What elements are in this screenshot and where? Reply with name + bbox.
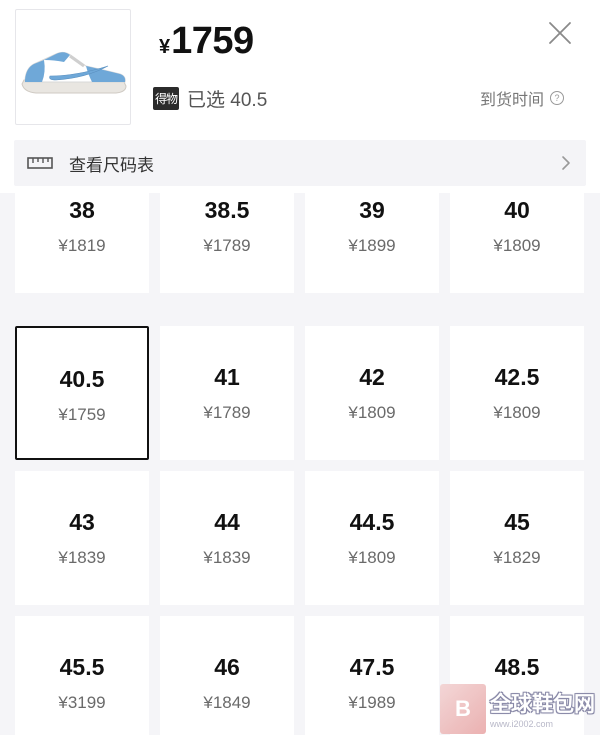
size-option[interactable]: 44.5 ¥1809	[305, 471, 439, 605]
size-grid: 38 ¥1819 38.5 ¥1789 39 ¥1899 40 ¥1809 40.5 ¥1759 4…	[0, 193, 600, 735]
size-option-price: ¥1789	[203, 403, 251, 422]
close-button[interactable]	[545, 18, 575, 48]
size-option-price: ¥1819	[58, 236, 106, 255]
size-option-price: ¥1839	[203, 548, 251, 567]
price-value: 1759	[171, 20, 254, 62]
size-option-value: 42.5	[494, 364, 540, 390]
size-option[interactable]: 42 ¥1809	[305, 326, 439, 460]
size-option-value: 39	[359, 197, 385, 223]
size-option-value: 44.5	[349, 509, 395, 535]
size-option[interactable]: 43 ¥1839	[15, 471, 149, 605]
chevron-right-icon	[562, 156, 570, 170]
currency-symbol: ¥	[159, 36, 171, 58]
size-option-price: ¥1809	[493, 236, 541, 255]
arrival-time-link[interactable]: 到货时间 ?	[480, 86, 565, 110]
size-option-price: ¥1899	[348, 236, 396, 255]
size-option-value: 47.5	[349, 654, 395, 680]
sku-header: ¥ 1759 得物 已选 40.5 到货时间 ?	[0, 0, 600, 136]
size-option[interactable]: 47.5 ¥1989	[305, 616, 439, 735]
size-option[interactable]: 48.5	[450, 616, 584, 735]
size-option-price: ¥1809	[348, 548, 396, 567]
size-option[interactable]: 38 ¥1819	[15, 193, 149, 293]
arrival-time-label: 到货时间	[480, 92, 545, 109]
size-option-value: 42	[359, 364, 385, 390]
size-option-value: 41	[214, 364, 240, 390]
selected-size-row: 得物 已选 40.5	[153, 85, 267, 112]
size-option[interactable]: 42.5 ¥1809	[450, 326, 584, 460]
size-option[interactable]: 46 ¥1849	[160, 616, 294, 735]
size-option-price: ¥1849	[203, 693, 251, 712]
size-option-value: 46	[214, 654, 240, 680]
brand-badge: 得物	[153, 87, 179, 110]
size-chart-button[interactable]: 查看尺码表	[14, 140, 586, 186]
ruler-icon	[27, 156, 53, 170]
size-option-value: 38.5	[204, 197, 250, 223]
close-icon	[549, 22, 571, 44]
size-option-value: 45.5	[59, 654, 105, 680]
size-option[interactable]: 39 ¥1899	[305, 193, 439, 293]
size-option-value: 40	[504, 197, 530, 223]
size-option[interactable]: 40.5 ¥1759	[15, 326, 149, 460]
size-option-price: ¥1809	[348, 403, 396, 422]
size-option[interactable]: 45.5 ¥3199	[15, 616, 149, 735]
sneaker-image	[21, 51, 127, 94]
current-price: ¥ 1759	[159, 20, 254, 63]
size-option-price: ¥3199	[58, 693, 106, 712]
size-option[interactable]: 41 ¥1789	[160, 326, 294, 460]
size-option-value: 48.5	[494, 654, 540, 680]
size-chart-label: 查看尺码表	[69, 155, 154, 175]
size-option-price: ¥1789	[203, 236, 251, 255]
size-option-price: ¥1809	[493, 403, 541, 422]
size-option-price: ¥1759	[58, 405, 106, 424]
help-circle-icon: ?	[550, 91, 565, 105]
size-option[interactable]: 44 ¥1839	[160, 471, 294, 605]
size-option-value: 40.5	[59, 366, 105, 392]
size-option-price: ¥1989	[348, 693, 396, 712]
size-option-value: 38	[69, 197, 95, 223]
size-option-price: ¥1839	[58, 548, 106, 567]
size-option-value: 44	[214, 509, 240, 535]
selected-size-label: 已选 40.5	[187, 90, 268, 111]
product-thumbnail	[15, 9, 131, 125]
size-option-value: 45	[504, 509, 530, 535]
size-option-price: ¥1829	[493, 548, 541, 567]
size-option[interactable]: 45 ¥1829	[450, 471, 584, 605]
size-option-value: 43	[69, 509, 95, 535]
size-option[interactable]: 38.5 ¥1789	[160, 193, 294, 293]
size-option[interactable]: 40 ¥1809	[450, 193, 584, 293]
